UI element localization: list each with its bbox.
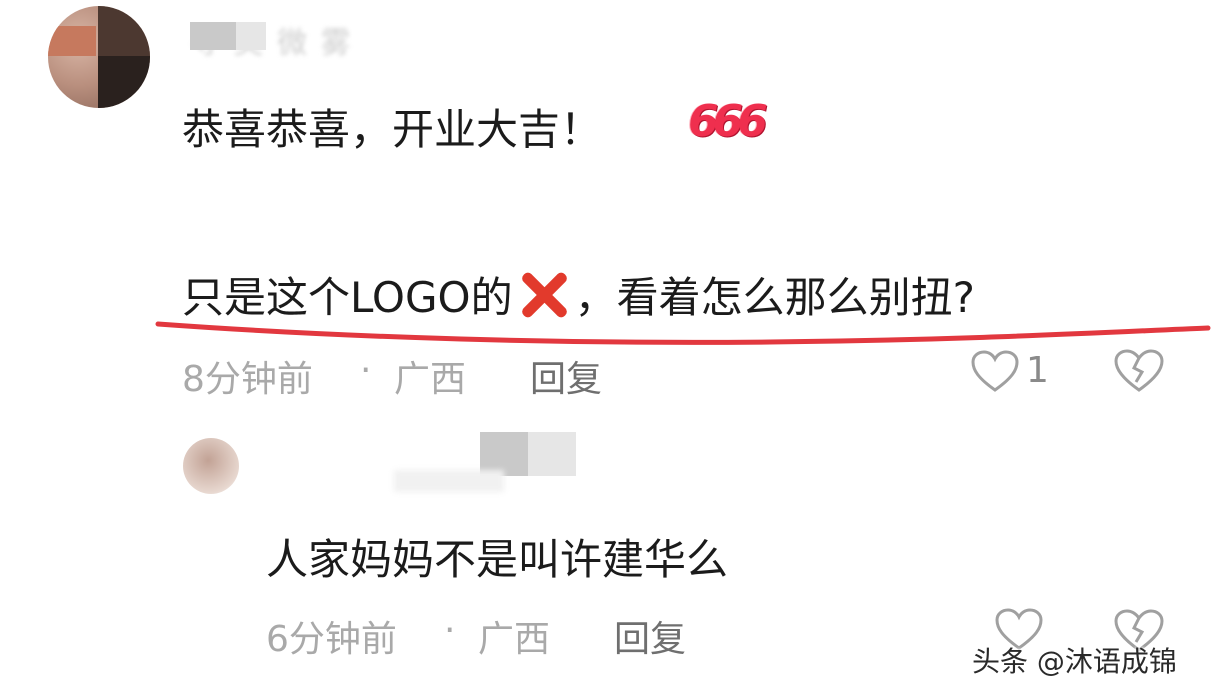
- reply-button[interactable]: 回复: [614, 610, 686, 662]
- avatar[interactable]: [183, 438, 239, 494]
- privacy-mosaic: [190, 22, 236, 50]
- comment-text: 人家妈妈不是叫许建华么: [266, 535, 729, 584]
- comment-time: 8分钟前: [182, 359, 313, 400]
- comment-text: 恭喜恭喜，开业大吉！: [182, 105, 603, 154]
- like-count: 1: [1026, 350, 1049, 391]
- watermark: 头条 @沐语成锦: [972, 645, 1177, 678]
- avatar-mosaic: [98, 6, 150, 58]
- username-blurred[interactable]: [394, 470, 504, 492]
- comment-location: 广西: [394, 359, 467, 400]
- comment-location: 广西: [478, 619, 551, 660]
- red-underline-annotation: [155, 321, 1211, 345]
- comment-time: 6分钟前: [266, 619, 397, 660]
- avatar-mosaic: [48, 26, 96, 56]
- privacy-mosaic: [528, 432, 576, 476]
- meta-separator: ·: [360, 350, 372, 391]
- reply-button[interactable]: 回复: [530, 350, 602, 402]
- meta-separator: ·: [444, 610, 456, 651]
- privacy-mosaic: [236, 22, 266, 50]
- emoji-666: 666: [688, 96, 768, 147]
- heart-outline-icon[interactable]: [970, 350, 1020, 394]
- avatar[interactable]: [48, 6, 150, 108]
- broken-heart-icon[interactable]: [1113, 348, 1165, 394]
- avatar-mosaic: [98, 56, 150, 108]
